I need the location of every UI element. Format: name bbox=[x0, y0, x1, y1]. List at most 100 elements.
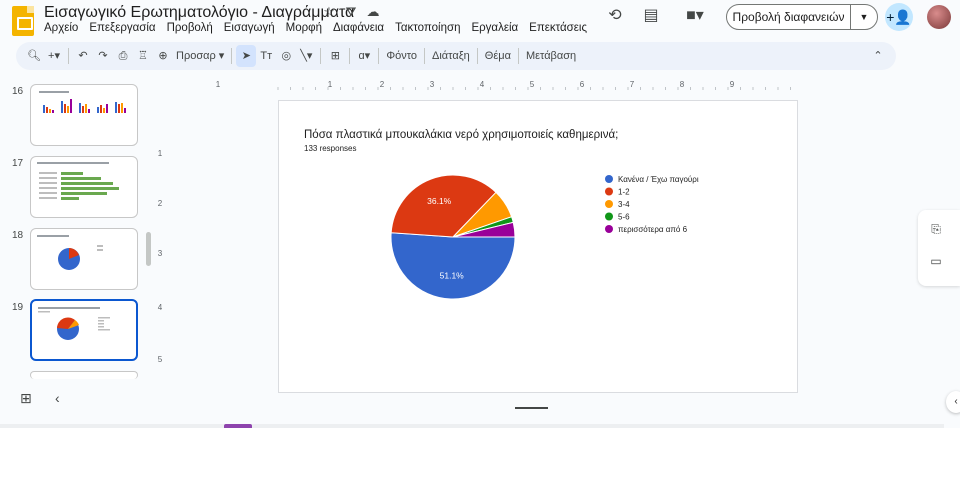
toolbar: 🔍︎ +▾ ↶ ↷ ⎙ ♖ ⊕ Προσαρ ▾ ➤ Tт ◎ ╲▾ ⊞ ɑ▾ … bbox=[16, 42, 896, 70]
toolbar-divider bbox=[349, 48, 351, 64]
ruler-tick-label: 7 bbox=[630, 80, 635, 89]
collapse-toolbar-icon[interactable]: ⌃ bbox=[868, 45, 888, 67]
slide-thumbnail-17[interactable] bbox=[30, 156, 138, 218]
ruler-tick-label: 3 bbox=[158, 249, 163, 258]
ruler-tick-label: 5 bbox=[530, 80, 535, 89]
thumb-pie-chart bbox=[38, 307, 110, 340]
slideshow-button[interactable]: Προβολή διαφανειών ▼ bbox=[726, 4, 878, 30]
legend-swatch bbox=[605, 200, 613, 208]
zoom-label: Προσαρ bbox=[176, 50, 216, 62]
legend-swatch bbox=[605, 187, 613, 196]
ruler-tick-label: 1 bbox=[158, 149, 163, 158]
slide-thumbnail-20[interactable] bbox=[30, 371, 138, 379]
pie-data-label: 51.1% bbox=[440, 270, 465, 280]
chart-title: Πόσα πλαστικά μπουκαλάκια νερό χρησιμοπο… bbox=[304, 129, 619, 141]
side-panel: ⎘ ▭ bbox=[918, 210, 960, 286]
slide-thumbnail-16[interactable] bbox=[30, 84, 138, 146]
resize-handle[interactable] bbox=[515, 407, 548, 409]
menu-slide[interactable]: Διαφάνεια bbox=[333, 22, 389, 34]
search-icon[interactable]: 🔍︎ bbox=[24, 45, 44, 67]
select-cursor-icon[interactable]: ➤ bbox=[236, 45, 257, 67]
menu-view[interactable]: Προβολή bbox=[167, 22, 218, 34]
share-icon[interactable]: +👤 bbox=[885, 3, 913, 31]
pie-data-label: 36.1% bbox=[427, 196, 452, 206]
ruler-tick-label: 3 bbox=[430, 80, 435, 89]
menu-extensions[interactable]: Επεκτάσεις bbox=[529, 22, 592, 34]
ruler-tick-label: 4 bbox=[480, 80, 485, 89]
transition-button[interactable]: Μετάβαση bbox=[523, 45, 579, 67]
vertical-ruler: 1 2 3 4 5 bbox=[154, 100, 166, 400]
ruler-tick-label: 1 bbox=[328, 80, 333, 89]
slide-thumbnail-18[interactable] bbox=[30, 228, 138, 290]
avatar[interactable] bbox=[927, 5, 951, 29]
text-box-icon[interactable]: Tт bbox=[256, 45, 276, 67]
collapse-filmstrip-icon[interactable]: ‹ bbox=[55, 390, 60, 406]
legend-label: Κανένα / Έχω παγούρι bbox=[618, 175, 699, 184]
pie-chart[interactable]: 51.1% 36.1% Κανένα / Έχω παγούρι 1-2 3-4 5-6 π… bbox=[279, 101, 799, 394]
new-slide-icon[interactable]: +▾ bbox=[44, 45, 64, 67]
grid-view-icon[interactable]: ⊞ bbox=[20, 390, 32, 407]
thumb-hbar-chart bbox=[37, 162, 119, 200]
ruler-tick-label: 2 bbox=[380, 80, 385, 89]
chevron-down-icon[interactable]: ▼ bbox=[851, 12, 877, 22]
ruler-tick-label: 5 bbox=[158, 355, 163, 364]
legend-label: 5-6 bbox=[618, 213, 630, 222]
toolbar-divider bbox=[517, 48, 519, 64]
menu-format[interactable]: Μορφή bbox=[286, 22, 327, 34]
bottom-band bbox=[0, 424, 944, 428]
history-icon[interactable]: ⟲ bbox=[606, 7, 624, 25]
image-shape-icon[interactable]: ◎ bbox=[276, 45, 296, 67]
menu-file[interactable]: Αρχείο bbox=[44, 22, 83, 34]
move-to-drive-icon[interactable]: ⛛ bbox=[344, 5, 358, 19]
zoom-select[interactable]: Προσαρ ▾ bbox=[173, 45, 227, 67]
legend-label: περισσότερα από 6 bbox=[618, 225, 688, 234]
ruler-ticks: 1 1 2 3 4 5 6 7 8 9 bbox=[216, 80, 791, 90]
menu-arrange[interactable]: Τακτοποίηση bbox=[395, 22, 465, 34]
menu-edit[interactable]: Επεξεργασία bbox=[89, 22, 160, 34]
print-icon[interactable]: ⎙ bbox=[113, 45, 133, 67]
ruler-tick-label: 1 bbox=[216, 80, 221, 89]
toolbar-divider bbox=[424, 48, 426, 64]
legend-swatch bbox=[605, 225, 613, 233]
folder-icon[interactable]: ▭ bbox=[929, 254, 943, 268]
layout-button[interactable]: Διάταξη bbox=[429, 45, 473, 67]
filmstrip-scrollbar[interactable] bbox=[146, 232, 151, 266]
background-button[interactable]: Φόντο bbox=[383, 45, 420, 67]
ruler-ticks: 1 2 3 4 5 bbox=[158, 149, 163, 364]
undo-icon[interactable]: ↶ bbox=[73, 45, 93, 67]
slides-app: Εισαγωγικό Ερωτηματολόγιο - Διαγράμματα … bbox=[0, 0, 960, 428]
slideshow-label[interactable]: Προβολή διαφανειών bbox=[727, 4, 851, 30]
menu-insert[interactable]: Εισαγωγή bbox=[224, 22, 280, 34]
toolbar-divider bbox=[476, 48, 478, 64]
ruler-tick-label: 2 bbox=[158, 199, 163, 208]
thumb-bar-chart bbox=[39, 91, 126, 113]
legend-label: 3-4 bbox=[618, 200, 630, 209]
horizontal-ruler: 1 1 2 3 4 5 6 7 8 9 bbox=[166, 78, 910, 90]
zoom-icon[interactable]: ⊕ bbox=[153, 45, 173, 67]
ruler-tick-label: 8 bbox=[680, 80, 685, 89]
slide-canvas[interactable]: 51.1% 36.1% Κανένα / Έχω παγούρι 1-2 3-4 5-6 π… bbox=[278, 100, 798, 393]
comment-add-icon[interactable]: ⊞ bbox=[325, 45, 345, 67]
slides-logo-icon[interactable] bbox=[12, 6, 34, 36]
comments-icon[interactable]: ▤ bbox=[642, 7, 660, 25]
paint-format-icon[interactable]: ♖ bbox=[133, 45, 153, 67]
menu-tools[interactable]: Εργαλεία bbox=[471, 22, 523, 34]
slide-thumbnail-19[interactable] bbox=[30, 299, 138, 361]
legend-label: 1-2 bbox=[618, 188, 630, 197]
accessibility-icon[interactable]: ɑ▾ bbox=[354, 45, 374, 67]
pie-slice[interactable] bbox=[390, 232, 516, 300]
menu-bar: Αρχείο Επεξεργασία Προβολή Εισαγωγή Μορφ… bbox=[44, 22, 598, 34]
slide-number: 16 bbox=[12, 86, 24, 97]
slide-number: 18 bbox=[12, 230, 24, 241]
theme-button[interactable]: Θέμα bbox=[482, 45, 514, 67]
toolbar-divider bbox=[231, 48, 233, 64]
cloud-status-icon[interactable]: ☁ bbox=[366, 5, 380, 19]
star-icon[interactable]: ☆ bbox=[322, 5, 336, 19]
line-icon[interactable]: ╲▾ bbox=[296, 45, 316, 67]
redo-icon[interactable]: ↷ bbox=[93, 45, 113, 67]
keep-icon[interactable]: ⎘ bbox=[929, 222, 943, 236]
meet-icon[interactable]: ■▾ bbox=[680, 7, 710, 25]
document-title[interactable]: Εισαγωγικό Ερωτηματολόγιο - Διαγράμματα bbox=[44, 4, 354, 22]
ruler-tick-label: 6 bbox=[580, 80, 585, 89]
expand-side-panel-icon[interactable]: ‹ bbox=[946, 391, 960, 413]
